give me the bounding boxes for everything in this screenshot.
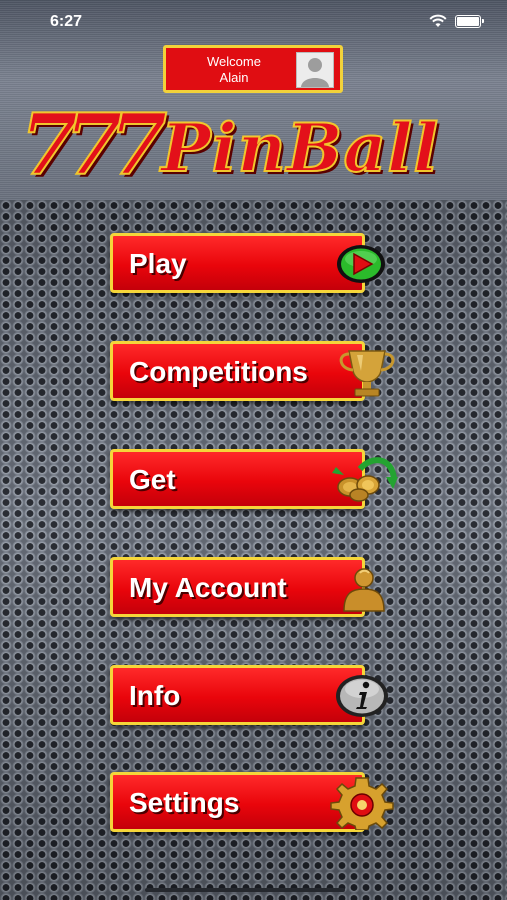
play-icon[interactable]: [335, 243, 387, 285]
wifi-icon: [429, 14, 447, 27]
info-icon[interactable]: [334, 673, 390, 719]
info-label: Info: [129, 680, 181, 711]
competitions-button[interactable]: Competitions: [110, 341, 365, 401]
user-icon[interactable]: [338, 565, 388, 613]
play-button[interactable]: Play: [110, 233, 365, 293]
competitions-label: Competitions: [129, 356, 308, 387]
app-logo: 777 PinBall: [16, 95, 496, 195]
gear-icon[interactable]: [324, 774, 400, 830]
welcome-box[interactable]: Welcome Alain: [163, 45, 343, 93]
logo-name: PinBall: [160, 109, 440, 187]
my-account-button[interactable]: My Account: [110, 557, 365, 617]
status-bar: 6:27: [0, 0, 507, 44]
get-label: Get: [129, 464, 176, 495]
info-button[interactable]: Info: [110, 665, 365, 725]
coins-icon[interactable]: [330, 455, 402, 503]
play-label: Play: [129, 248, 187, 279]
home-indicator: [145, 888, 345, 892]
trophy-icon[interactable]: [335, 345, 401, 401]
status-time: 6:27: [50, 13, 83, 30]
welcome-username: Alain: [219, 70, 249, 85]
welcome-text: Welcome Alain: [174, 54, 294, 86]
logo-sevens: 777: [19, 95, 168, 194]
welcome-greeting: Welcome: [207, 54, 261, 69]
my-account-label: My Account: [129, 572, 287, 603]
battery-icon: [455, 14, 484, 28]
avatar[interactable]: [296, 52, 334, 88]
status-icons: [429, 14, 484, 28]
settings-label: Settings: [129, 787, 240, 818]
avatar-placeholder-icon: [297, 53, 333, 87]
get-button[interactable]: Get: [110, 449, 365, 509]
